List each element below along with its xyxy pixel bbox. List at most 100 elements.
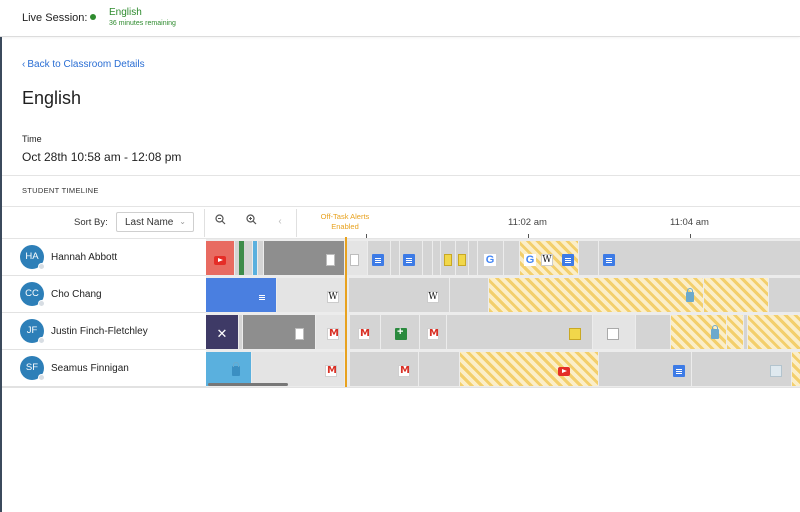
timeline-segment[interactable] xyxy=(433,241,440,275)
timeline-segment[interactable]: G xyxy=(478,241,503,275)
avatar-initials: SF xyxy=(25,362,39,373)
timeline-segment[interactable] xyxy=(206,278,276,312)
timeline-scrollbar[interactable] xyxy=(208,383,288,386)
timeline-segment[interactable] xyxy=(419,352,459,386)
live-session-remaining: 36 minutes remaining xyxy=(109,20,176,27)
timeline-segment[interactable] xyxy=(239,315,242,349)
student-timeline[interactable]: W W xyxy=(206,276,800,313)
google-slides-icon xyxy=(458,254,466,266)
timeline-segment[interactable] xyxy=(441,241,455,275)
student-row[interactable]: JF Justin Finch-Fletchley ✕ xyxy=(2,313,800,350)
timeline-segment[interactable] xyxy=(264,241,344,275)
student-row[interactable]: HA Hannah Abbott G GW xyxy=(2,239,800,276)
google-docs-icon xyxy=(256,291,268,303)
google-slides-icon xyxy=(569,328,581,340)
off-task-segment[interactable] xyxy=(489,278,703,312)
google-sheets-icon xyxy=(395,326,407,340)
lock-icon xyxy=(686,288,694,302)
student-timeline[interactable] xyxy=(206,350,800,387)
timeline-segment[interactable] xyxy=(252,352,344,386)
off-task-segment[interactable] xyxy=(704,278,768,312)
divider xyxy=(2,206,800,207)
timeline-segment[interactable]: W xyxy=(277,278,347,312)
timeline-segment[interactable] xyxy=(744,315,747,349)
timeline-segment[interactable] xyxy=(599,241,800,275)
live-session-class[interactable]: English xyxy=(109,7,142,18)
off-task-segment[interactable] xyxy=(748,315,800,349)
google-icon: G xyxy=(524,254,536,266)
lock-icon xyxy=(711,325,719,339)
student-cell[interactable]: HA Hannah Abbott xyxy=(2,239,206,276)
off-task-segment[interactable] xyxy=(460,352,598,386)
timeline-segment[interactable] xyxy=(206,352,251,386)
gmail-icon xyxy=(358,328,370,340)
timeline-segment[interactable] xyxy=(244,241,252,275)
timeline-segment[interactable] xyxy=(381,315,419,349)
timeline-segment[interactable] xyxy=(456,241,468,275)
timeline-segment[interactable]: ✕ xyxy=(206,315,238,349)
zoom-in-button[interactable] xyxy=(243,214,259,230)
student-timeline[interactable]: G GW xyxy=(206,239,800,276)
timeline-segment[interactable] xyxy=(368,241,390,275)
google-icon: G xyxy=(484,254,496,266)
back-link-label: Back to Classroom Details xyxy=(27,59,145,70)
scroll-back-button[interactable]: ‹ xyxy=(272,214,288,230)
timeline-segment[interactable] xyxy=(346,241,367,275)
timeline-segment[interactable] xyxy=(258,241,263,275)
timeline-segment[interactable] xyxy=(350,352,418,386)
google-docs-icon xyxy=(372,254,384,266)
divider xyxy=(2,387,800,388)
timeline-segment[interactable] xyxy=(316,315,346,349)
timeline-segment[interactable] xyxy=(400,241,422,275)
timeline-segment[interactable] xyxy=(636,315,670,349)
off-task-segment[interactable] xyxy=(792,352,800,386)
timeline-segment[interactable] xyxy=(579,241,598,275)
off-task-segment[interactable] xyxy=(671,315,726,349)
page-icon xyxy=(295,328,304,340)
timeline-segment[interactable] xyxy=(504,241,519,275)
student-timeline[interactable]: ✕ xyxy=(206,313,800,350)
timeline-segment[interactable] xyxy=(350,315,380,349)
student-cell[interactable]: CC Cho Chang xyxy=(2,276,206,313)
timeline-segment[interactable] xyxy=(423,241,432,275)
gmail-icon xyxy=(327,328,339,340)
zoom-in-icon xyxy=(245,214,256,225)
off-task-segment[interactable]: GW xyxy=(520,241,578,275)
live-session-label: Live Session: xyxy=(22,12,88,24)
google-docs-icon xyxy=(603,254,615,266)
timeline-segment[interactable] xyxy=(450,278,488,312)
time-value: Oct 28th 10:58 am - 12:08 pm xyxy=(22,150,182,164)
gmail-icon xyxy=(398,365,410,377)
off-task-segment[interactable] xyxy=(727,315,743,349)
student-cell[interactable]: JF Justin Finch-Fletchley xyxy=(2,313,206,350)
student-cell[interactable]: SF Seamus Finnigan xyxy=(2,350,206,387)
back-to-classroom-link[interactable]: ‹ Back to Classroom Details xyxy=(22,59,145,70)
timeline-segment[interactable]: W xyxy=(349,278,449,312)
student-name: Justin Finch-Fletchley xyxy=(51,326,148,337)
timeline-segment[interactable] xyxy=(593,315,635,349)
student-row[interactable]: SF Seamus Finnigan xyxy=(2,350,800,387)
timeline-segment[interactable] xyxy=(243,315,315,349)
timeline-segment[interactable] xyxy=(599,352,691,386)
sort-by-value: Last Name xyxy=(125,217,174,228)
avatar-initials: JF xyxy=(26,325,38,336)
timeline-segment[interactable] xyxy=(253,241,257,275)
timeline-segment[interactable] xyxy=(769,278,800,312)
timeline-segment[interactable] xyxy=(692,352,791,386)
page-icon xyxy=(326,254,335,266)
zoom-out-button[interactable] xyxy=(212,214,228,230)
arrow-left-icon: ‹ xyxy=(278,216,282,227)
wikipedia-icon: W xyxy=(327,291,339,303)
wikipedia-icon: W xyxy=(427,291,439,303)
sort-by-select[interactable]: Last Name ⌄ xyxy=(116,212,194,232)
avatar: SF xyxy=(20,356,45,381)
student-row[interactable]: CC Cho Chang W W xyxy=(2,276,800,313)
timeline-segment[interactable] xyxy=(469,241,477,275)
status-indicator xyxy=(38,300,45,307)
timeline-segment[interactable] xyxy=(391,241,399,275)
live-status-dot xyxy=(90,14,96,20)
timeline-segment[interactable] xyxy=(447,315,592,349)
timeline-segment[interactable] xyxy=(420,315,446,349)
timeline-segment[interactable] xyxy=(206,241,234,275)
youtube-icon xyxy=(558,367,570,376)
